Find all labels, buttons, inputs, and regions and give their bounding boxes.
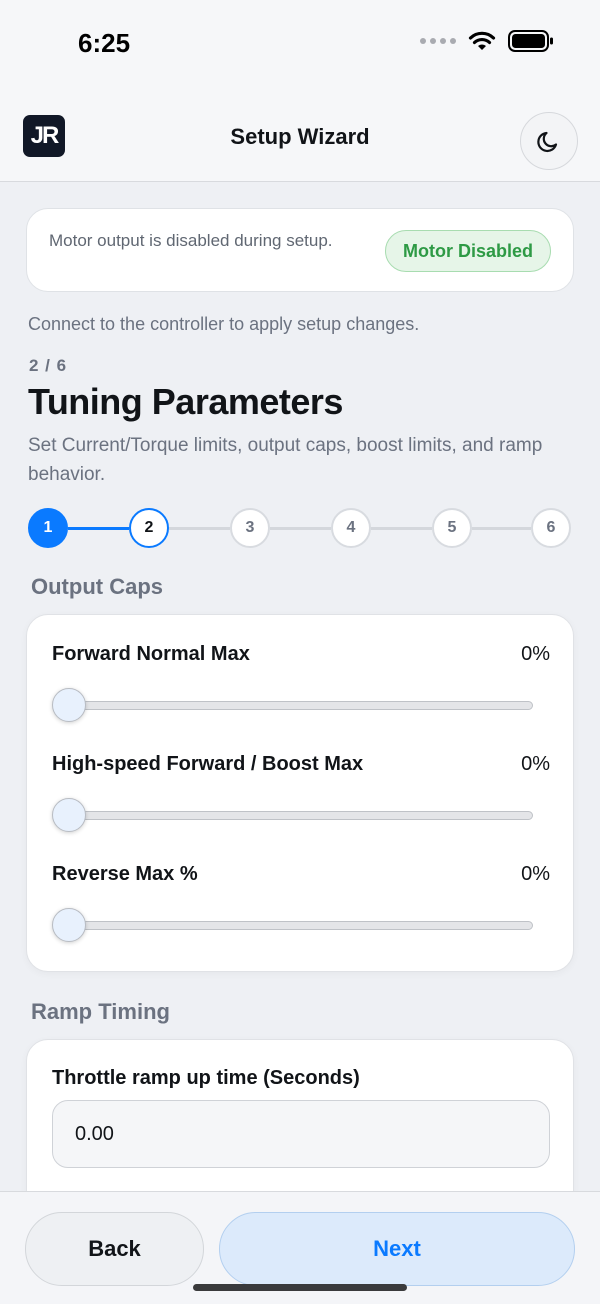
step-counter: 2 / 6 (29, 356, 68, 375)
step-2[interactable]: 2 (129, 508, 169, 548)
step-connector (472, 527, 531, 530)
status-icons (420, 30, 554, 52)
theme-toggle-button[interactable] (520, 112, 578, 170)
reverse-max-row: Reverse Max % 0% (52, 863, 550, 955)
slider-value: 0% (521, 753, 550, 775)
slider-track[interactable] (69, 811, 533, 820)
step-5[interactable]: 5 (432, 508, 472, 548)
connect-message: Connect to the controller to apply setup… (28, 314, 420, 334)
motor-status-badge: Motor Disabled (384, 230, 551, 272)
slider-thumb[interactable] (52, 798, 86, 832)
home-indicator (193, 1284, 407, 1291)
step-connector (371, 527, 432, 530)
ramp-timing-title: Ramp Timing (31, 999, 170, 1024)
app-header: JR Setup Wizard (0, 90, 600, 182)
slider-label: Forward Normal Max (52, 643, 250, 665)
slider-thumb[interactable] (52, 908, 86, 942)
cellular-dots-icon (420, 38, 456, 44)
slider-track[interactable] (69, 921, 533, 930)
step-connector (270, 527, 331, 530)
wifi-icon (468, 31, 496, 50)
back-button[interactable]: Back (25, 1212, 204, 1286)
slider-track[interactable] (69, 701, 533, 710)
slider-value: 0% (521, 643, 550, 665)
page-title: Tuning Parameters (28, 381, 343, 422)
header-title: Setup Wizard (230, 124, 370, 149)
throttle-ramp-input[interactable] (52, 1100, 550, 1168)
throttle-ramp-label: Throttle ramp up time (Seconds) (52, 1067, 360, 1089)
step-connector (169, 527, 230, 530)
page-description: Set Current/Torque limits, output caps, … (28, 435, 543, 485)
slider-label: Reverse Max % (52, 863, 198, 885)
step-4[interactable]: 4 (331, 508, 371, 548)
moon-icon (537, 131, 558, 153)
motor-notice-text: Motor output is disabled during setup. (49, 231, 333, 250)
next-button[interactable]: Next (219, 1212, 575, 1286)
step-1[interactable]: 1 (28, 508, 68, 548)
slider-value: 0% (521, 863, 550, 885)
output-caps-card: Forward Normal Max 0% High-speed Forward… (26, 614, 574, 972)
wizard-stepper: 1 2 3 4 5 6 (28, 508, 571, 548)
step-3[interactable]: 3 (230, 508, 270, 548)
status-bar: 6:25 (0, 0, 600, 90)
step-6[interactable]: 6 (531, 508, 571, 548)
slider-thumb[interactable] (52, 688, 86, 722)
status-time: 6:25 (78, 28, 131, 58)
forward-normal-max-row: Forward Normal Max 0% (52, 643, 550, 735)
motor-notice-card: Motor output is disabled during setup. M… (26, 208, 574, 292)
slider-label: High-speed Forward / Boost Max (52, 753, 364, 775)
output-caps-title: Output Caps (31, 574, 163, 599)
battery-icon (508, 30, 553, 52)
boost-max-row: High-speed Forward / Boost Max 0% (52, 753, 550, 845)
step-connector (68, 527, 129, 530)
